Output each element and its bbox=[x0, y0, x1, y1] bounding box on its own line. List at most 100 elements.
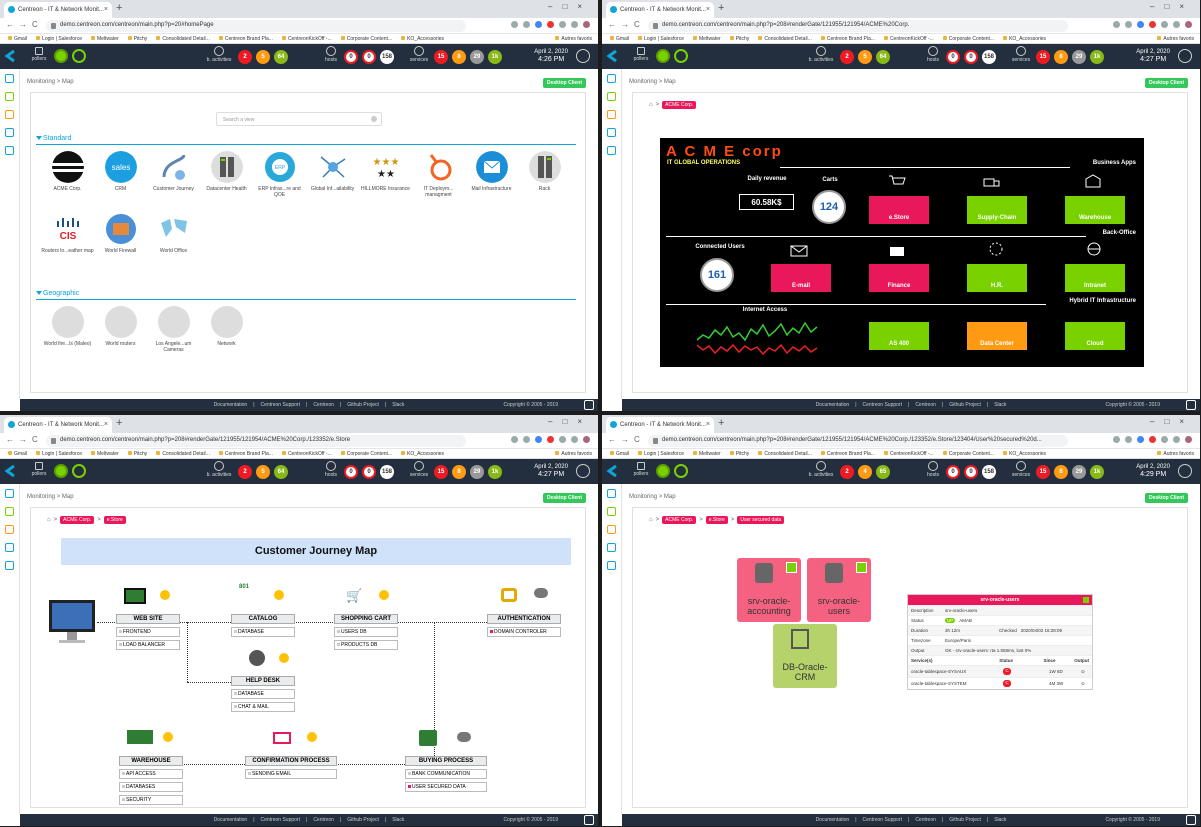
close-tab-icon[interactable]: × bbox=[104, 6, 108, 13]
home-icon[interactable] bbox=[5, 489, 14, 498]
services-menu[interactable]: services bbox=[1004, 46, 1038, 63]
services-menu[interactable]: services bbox=[402, 46, 436, 63]
view-tile[interactable]: ERP ERP Infras...re and QOE bbox=[253, 151, 306, 213]
hosts-counters[interactable]: 0 0 158 bbox=[344, 50, 394, 64]
services-counters[interactable]: 15 8 29 1k bbox=[1036, 465, 1104, 479]
centreon-logo-icon[interactable] bbox=[606, 464, 620, 478]
ba-menu[interactable]: b. activities bbox=[804, 46, 838, 63]
finance-box[interactable]: Finance bbox=[869, 264, 929, 292]
configuration-icon[interactable] bbox=[5, 543, 14, 552]
pollers-latency-icon[interactable] bbox=[674, 49, 688, 63]
view-tile[interactable]: Customer Journey bbox=[147, 151, 200, 213]
browser-tab[interactable]: Centreon - IT & Network Monit... × bbox=[4, 417, 112, 433]
view-tile[interactable]: Los Angele...um Cameras bbox=[147, 306, 200, 368]
node-authentication[interactable]: AUTHENTICATION DOMAIN CONTROLER bbox=[487, 614, 561, 637]
bookmark[interactable]: Pitchy bbox=[128, 36, 148, 42]
bookmark[interactable]: CentreonKickOff -... bbox=[282, 36, 332, 42]
close-tab-icon[interactable]: × bbox=[706, 421, 710, 428]
view-tile[interactable]: IT Deploym... managment bbox=[412, 151, 465, 213]
new-tab-icon[interactable]: + bbox=[718, 2, 724, 14]
bookmark[interactable]: Corporate Content... bbox=[341, 36, 392, 42]
configuration-icon[interactable] bbox=[5, 128, 14, 137]
view-tile[interactable]: Rack bbox=[518, 151, 571, 213]
pollers-menu[interactable]: pollers bbox=[626, 462, 656, 477]
browser-tab[interactable]: Centreon - IT & Network Monit... × bbox=[606, 417, 714, 433]
bookmark[interactable]: Meltwater bbox=[91, 36, 119, 42]
as400-box[interactable]: AS 400 bbox=[869, 322, 929, 350]
services-counters[interactable]: 15 8 29 1k bbox=[1036, 50, 1104, 64]
hosts-menu[interactable]: hosts bbox=[916, 46, 950, 63]
user-icon[interactable] bbox=[576, 49, 590, 63]
fullscreen-icon[interactable] bbox=[1186, 815, 1196, 825]
desktop-client-button[interactable]: Desktop Client bbox=[1144, 78, 1188, 88]
view-tile[interactable]: ★★★ ★★ HILLMORE Insurance bbox=[359, 151, 412, 213]
host-srv-oracle-accounting[interactable]: srv-oracle-accounting bbox=[737, 558, 801, 622]
view-tile[interactable]: World Office bbox=[147, 213, 200, 275]
browser-tab[interactable]: Centreon - IT & Network Monit... × bbox=[4, 2, 112, 18]
node-help-desk[interactable]: HELP DESK DATABASE CHAT & MAIL bbox=[231, 676, 295, 712]
view-tile[interactable]: CIS Routers lo...eather map bbox=[41, 213, 94, 275]
extensions-bar[interactable] bbox=[1113, 436, 1192, 443]
ba-counters[interactable]: 2 5 64 bbox=[238, 465, 288, 479]
node-warehouse[interactable]: WAREHOUSE API ACCESS DATABASES SECURITY bbox=[119, 756, 183, 805]
table-row[interactable]: oracle-tablespace-SYSAUX C 1W 6D ⊙ bbox=[908, 665, 1092, 677]
email-box[interactable]: E-mail bbox=[771, 264, 831, 292]
new-tab-icon[interactable]: + bbox=[116, 417, 122, 429]
view-tile[interactable]: Datacenter Health bbox=[200, 151, 253, 213]
reporting-icon[interactable] bbox=[5, 525, 14, 534]
hosts-menu[interactable]: hosts bbox=[314, 461, 348, 478]
fullscreen-icon[interactable] bbox=[584, 400, 594, 410]
pollers-latency-icon[interactable] bbox=[72, 49, 86, 63]
node-website[interactable]: WEB SITE FRONTEND LOAD BALANCER bbox=[116, 614, 180, 650]
home-icon[interactable] bbox=[5, 74, 14, 83]
view-tile[interactable]: ACME Corp. bbox=[41, 151, 94, 213]
centreon-logo-icon[interactable] bbox=[606, 49, 620, 63]
search-input[interactable]: Search a view bbox=[216, 112, 382, 126]
view-tile[interactable]: Network bbox=[200, 306, 253, 368]
home-icon[interactable]: ⌂ bbox=[649, 517, 653, 523]
view-tile[interactable]: World routers bbox=[94, 306, 147, 368]
home-icon[interactable]: ⌂ bbox=[47, 517, 51, 523]
close-tab-icon[interactable]: × bbox=[706, 6, 710, 13]
nav-buttons[interactable]: ←→C bbox=[608, 20, 645, 29]
window-controls[interactable]: –□× bbox=[548, 2, 592, 11]
centreon-logo-icon[interactable] bbox=[4, 49, 18, 63]
extensions-bar[interactable] bbox=[511, 21, 590, 28]
monitoring-icon[interactable] bbox=[5, 92, 14, 101]
reporting-icon[interactable] bbox=[607, 525, 616, 534]
bookmark[interactable]: Centreon Brand Pla... bbox=[219, 36, 273, 42]
pollers-latency-icon[interactable] bbox=[674, 464, 688, 478]
view-tile[interactable]: sales CRM bbox=[94, 151, 147, 213]
pollers-menu[interactable]: pollers bbox=[24, 47, 54, 62]
monitoring-icon[interactable] bbox=[607, 507, 616, 516]
nav-buttons[interactable]: ←→C bbox=[6, 20, 43, 29]
hosts-counters[interactable]: 0 0 158 bbox=[946, 465, 996, 479]
window-controls[interactable]: –□× bbox=[548, 417, 592, 426]
pollers-status-icon[interactable] bbox=[54, 464, 68, 478]
supply-chain-box[interactable]: Supply-Chain bbox=[967, 196, 1027, 224]
hosts-counters[interactable]: 0 0 158 bbox=[344, 465, 394, 479]
home-icon[interactable] bbox=[607, 489, 616, 498]
extensions-bar[interactable] bbox=[511, 436, 590, 443]
pollers-menu[interactable]: pollers bbox=[24, 462, 54, 477]
warehouse-box[interactable]: Warehouse bbox=[1065, 196, 1125, 224]
administration-icon[interactable] bbox=[607, 146, 616, 155]
url-field[interactable]: demo.centreon.com/centreon/main.php?p=20… bbox=[648, 435, 1068, 447]
ba-counters[interactable]: 2 5 64 bbox=[238, 50, 288, 64]
desktop-client-button[interactable]: Desktop Client bbox=[542, 493, 586, 503]
hosts-counters[interactable]: 0 0 158 bbox=[946, 50, 996, 64]
pollers-status-icon[interactable] bbox=[656, 49, 670, 63]
ba-counters[interactable]: 2 4 65 bbox=[840, 465, 890, 479]
user-icon[interactable] bbox=[1178, 464, 1192, 478]
reporting-icon[interactable] bbox=[607, 110, 616, 119]
host-srv-oracle-users[interactable]: srv-oracle-users bbox=[807, 558, 871, 622]
bookmark[interactable]: Login | Salesforce bbox=[36, 36, 82, 42]
home-icon[interactable]: ⌂ bbox=[649, 102, 653, 108]
administration-icon[interactable] bbox=[607, 561, 616, 570]
desktop-client-button[interactable]: Desktop Client bbox=[1144, 493, 1188, 503]
window-controls[interactable]: –□× bbox=[1150, 2, 1194, 11]
view-tile[interactable]: Global Inf...ailability bbox=[306, 151, 359, 213]
nav-buttons[interactable]: ←→C bbox=[6, 435, 43, 444]
fullscreen-icon[interactable] bbox=[1186, 400, 1196, 410]
node-buying-process[interactable]: BUYING PROCESS BANK COMMUNICATION USER SEC… bbox=[405, 756, 487, 792]
